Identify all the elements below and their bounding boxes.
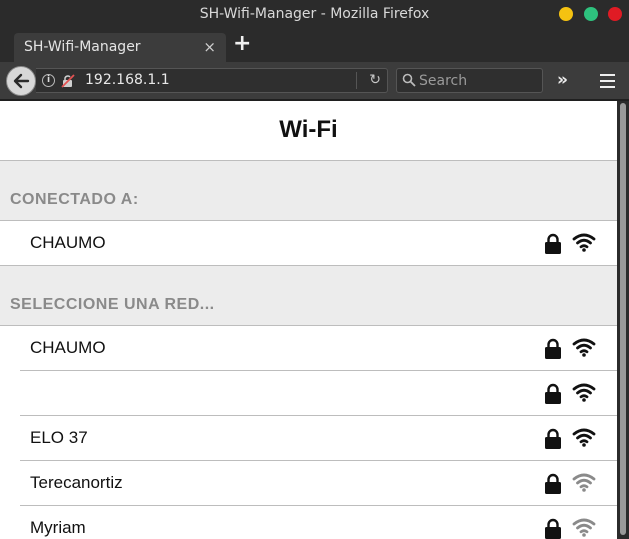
overflow-menu-icon[interactable]: »: [557, 70, 568, 90]
network-ssid: Terecanortiz: [30, 473, 123, 492]
wifi-signal-icon: [572, 472, 596, 497]
select-network-section-label: SELECCIONE UNA RED...: [10, 296, 215, 313]
page-title: Wi-Fi: [279, 116, 338, 143]
reload-icon[interactable]: ↻: [369, 72, 381, 88]
url-bar[interactable]: i 192.168.1.1 ↻: [36, 68, 388, 93]
network-row[interactable]: Myriam: [0, 506, 617, 539]
window-title: SH-Wifi-Manager - Mozilla Firefox: [199, 6, 430, 22]
navigation-bar: i 192.168.1.1 ↻ »: [0, 62, 629, 100]
network-ssid: CHAUMO: [30, 338, 106, 357]
connected-section-header: CONECTADO A:: [0, 161, 617, 221]
lock-icon: [544, 383, 562, 410]
maximize-button[interactable]: [584, 7, 598, 21]
network-row[interactable]: Terecanortiz: [0, 461, 617, 506]
lock-icon: [544, 518, 562, 539]
search-icon: [402, 73, 416, 87]
url-text[interactable]: 192.168.1.1: [85, 72, 170, 88]
hamburger-menu-icon[interactable]: [600, 74, 615, 88]
tab-sh-wifi-manager[interactable]: SH-Wifi-Manager ×: [14, 33, 226, 62]
search-input[interactable]: [419, 71, 537, 90]
lock-icon: [544, 473, 562, 500]
lock-icon: [544, 428, 562, 455]
network-ssid: Myriam: [30, 518, 86, 537]
lock-icon: [544, 338, 562, 365]
new-tab-button[interactable]: +: [233, 31, 251, 56]
page-content: Wi-Fi CONECTADO A: CHAUMO SELECCIONE UNA…: [0, 101, 617, 539]
back-arrow-icon: [13, 73, 30, 89]
wifi-signal-icon: [572, 427, 596, 452]
tab-strip: SH-Wifi-Manager × +: [0, 30, 629, 62]
network-list: CHAUMO ELO 37 Terecanortiz Myriam: [0, 326, 617, 539]
select-network-section-header: SELECCIONE UNA RED...: [0, 266, 617, 326]
url-divider: [356, 72, 357, 89]
network-row[interactable]: CHAUMO: [0, 326, 617, 371]
window-titlebar: SH-Wifi-Manager - Mozilla Firefox: [0, 0, 629, 30]
network-ssid: ELO 37: [30, 428, 88, 447]
wifi-signal-icon: [572, 232, 596, 257]
insecure-connection-icon[interactable]: [60, 73, 76, 89]
info-icon[interactable]: i: [42, 74, 55, 87]
network-ssid: CHAUMO: [30, 233, 106, 252]
connected-section-label: CONECTADO A:: [10, 191, 139, 208]
search-bar[interactable]: [396, 68, 543, 93]
network-row[interactable]: CHAUMO: [0, 221, 617, 266]
connected-list: CHAUMO: [0, 221, 617, 266]
wifi-signal-icon: [572, 382, 596, 407]
page-scrollbar[interactable]: [617, 101, 629, 539]
network-row[interactable]: ELO 37: [0, 416, 617, 461]
page-header: Wi-Fi: [0, 101, 617, 161]
back-button[interactable]: [6, 66, 36, 96]
scrollbar-thumb[interactable]: [620, 103, 626, 535]
tab-close-icon[interactable]: ×: [203, 38, 216, 56]
lock-icon: [544, 233, 562, 260]
wifi-signal-icon: [572, 517, 596, 539]
network-row[interactable]: [0, 371, 617, 416]
wifi-signal-icon: [572, 337, 596, 362]
tab-label: SH-Wifi-Manager: [24, 39, 141, 55]
minimize-button[interactable]: [559, 7, 573, 21]
close-window-button[interactable]: [608, 7, 622, 21]
